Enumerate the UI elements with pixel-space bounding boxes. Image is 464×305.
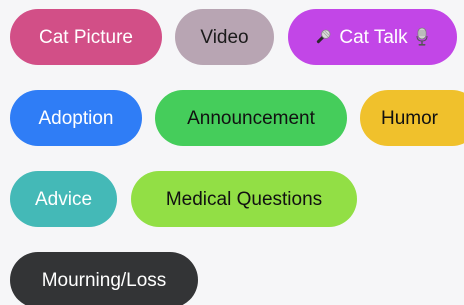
tag-chip-announcement[interactable]: Announcement: [155, 90, 347, 146]
tag-label: Adoption: [38, 107, 114, 129]
studio-microphone-icon: [412, 27, 432, 47]
tag-label: Humor: [381, 107, 439, 129]
tag-label: Medical Questions: [165, 188, 323, 210]
tag-chip-advice[interactable]: Advice: [10, 171, 117, 227]
tag-chip-cat-talk[interactable]: Cat Talk: [288, 9, 457, 65]
tag-chip-video[interactable]: Video: [175, 9, 274, 65]
tag-chip-humor[interactable]: Humor: [360, 90, 464, 146]
tag-label: Announcement: [187, 107, 315, 129]
tag-label: Cat Picture: [39, 26, 133, 48]
tag-chip-cat-picture[interactable]: Cat Picture: [10, 9, 162, 65]
tag-picker: Cat Picture Video Cat Talk Adoption Anno…: [0, 0, 464, 305]
tag-chip-medical-questions[interactable]: Medical Questions: [131, 171, 357, 227]
tag-label: Cat Talk: [339, 26, 408, 48]
tag-label: Advice: [34, 188, 93, 210]
tag-chip-mourning-loss[interactable]: Mourning/Loss: [10, 252, 198, 305]
microphone-icon: [313, 27, 333, 47]
tag-chip-adoption[interactable]: Adoption: [10, 90, 142, 146]
tag-label: Mourning/Loss: [41, 269, 167, 291]
tag-label: Video: [200, 26, 249, 48]
